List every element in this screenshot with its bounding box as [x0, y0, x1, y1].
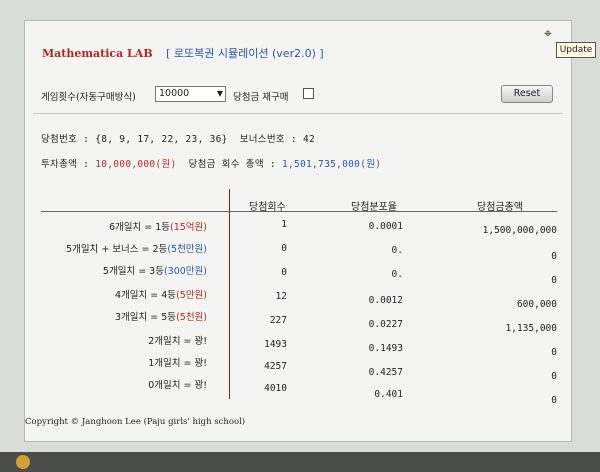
row-label: 2개일치 = 꽝!	[148, 336, 207, 347]
row-label: 3개일치 = 5등(5천원)	[115, 312, 207, 323]
table-header-rule	[41, 211, 557, 212]
simulation-title: [ 로또복권 시뮬레이션 (ver2.0) ]	[166, 47, 324, 60]
row-count: 1493	[264, 339, 287, 350]
controls-row: 게임횟수(자동구매방식) 10000 ▼ 당첨금 재구매 Reset	[41, 85, 553, 105]
row-count: 227	[269, 315, 287, 326]
row-count: 0	[281, 267, 287, 278]
table-column-rule	[229, 189, 230, 399]
row-amount: 0	[551, 251, 557, 262]
purchase-count-value: 10000	[159, 88, 190, 99]
row-amount: 0	[551, 347, 557, 358]
row-amount: 600,000	[516, 299, 557, 310]
bonus-number-label: 보너스번호 :	[239, 134, 297, 145]
repurchase-label: 당첨금 재구매	[233, 92, 289, 103]
row-amount: 0	[551, 395, 557, 406]
title-bar: Mathematica LAB [ 로또복권 시뮬레이션 (ver2.0) ]	[42, 45, 324, 61]
reset-button[interactable]: Reset	[501, 85, 553, 103]
row-label: 4개일치 = 4등(5만원)	[115, 290, 207, 301]
totals-line: 투자총액 : 10,000,000(원) 당첨금 회수 총액 : 1,501,7…	[41, 156, 381, 170]
row-rate: 0.1493	[368, 343, 403, 354]
row-count: 4257	[264, 361, 287, 372]
row-label: 5개일치 = 3등(300만원)	[102, 266, 207, 277]
mouse-pointer-icon: ⌖	[544, 26, 552, 42]
row-amount: 1,135,000	[505, 323, 557, 334]
winning-numbers-label: 당첨번호 :	[41, 134, 90, 145]
winning-numbers-value: {8, 9, 17, 22, 23, 36}	[95, 134, 228, 145]
purchase-count-select[interactable]: 10000 ▼	[155, 86, 226, 102]
row-label: 0개일치 = 꽝!	[148, 380, 207, 391]
purchase-count-label: 게임횟수(자동구매방식)	[41, 92, 136, 103]
taskbar	[0, 452, 600, 472]
row-count: 1	[281, 219, 287, 230]
investment-value: 10,000,000(원)	[95, 159, 177, 170]
row-rate: 0.4257	[368, 367, 403, 378]
row-label: 1개일치 = 꽝!	[148, 358, 207, 369]
row-rate: 0.0012	[368, 295, 403, 306]
app-name: Mathematica LAB	[42, 47, 153, 60]
row-rate: 0.0227	[368, 319, 403, 330]
row-label: 6개일치 = 1등(15억원)	[108, 222, 207, 233]
copyright-text: Copyright © Janghoon Lee (Paju girls' hi…	[25, 417, 246, 427]
row-count: 4010	[264, 383, 287, 394]
row-rate: 0.	[391, 245, 403, 256]
prize-total-value: 1,501,735,000(원)	[281, 159, 382, 170]
row-rate: 0.401	[374, 389, 403, 400]
row-label: 5개일치 + 보너스 = 2등(5천만원)	[66, 244, 207, 255]
row-amount: 0	[551, 275, 557, 286]
chevron-down-icon: ▼	[216, 89, 223, 98]
winning-numbers-line: 당첨번호 : {8, 9, 17, 22, 23, 36} 보너스번호 : 42	[41, 131, 315, 145]
row-amount: 0	[551, 371, 557, 382]
row-amount: 1,500,000,000	[482, 225, 557, 236]
row-rate: 0.0001	[368, 221, 403, 232]
row-rate: 0.	[391, 269, 403, 280]
prize-total-label: 당첨금 회수 총액 :	[188, 159, 276, 170]
investment-label: 투자총액 :	[41, 159, 90, 170]
row-count: 12	[275, 291, 287, 302]
lotto-simulation-panel: Mathematica LAB [ 로또복권 시뮬레이션 (ver2.0) ] …	[24, 20, 572, 442]
repurchase-checkbox[interactable]	[303, 88, 314, 99]
bonus-number-value: 42	[302, 134, 316, 145]
update-tooltip: Update	[556, 42, 596, 58]
row-count: 0	[281, 243, 287, 254]
taskbar-app-icon[interactable]	[16, 455, 30, 469]
divider	[33, 113, 563, 114]
